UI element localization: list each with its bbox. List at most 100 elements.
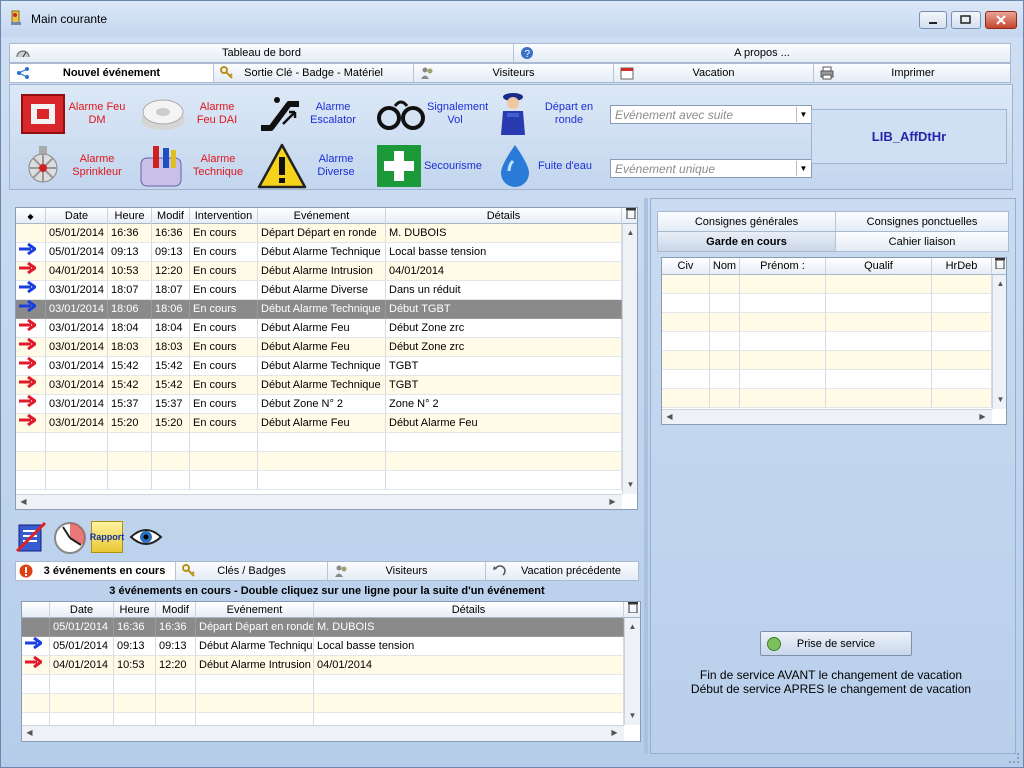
- column-header[interactable]: Date: [46, 208, 108, 224]
- table-row[interactable]: [662, 370, 992, 389]
- alarme-technique-button[interactable]: Alarme Technique: [137, 143, 249, 189]
- table-row[interactable]: [662, 332, 992, 351]
- column-header[interactable]: Date: [50, 602, 114, 618]
- table-row[interactable]: 05/01/2014 09:13 09:13 Début Alarme Techniq…: [22, 637, 624, 656]
- scroll-up-icon[interactable]: ▲: [625, 620, 640, 634]
- column-header[interactable]: Détails: [314, 602, 624, 618]
- secourisme-button[interactable]: Secourisme: [375, 143, 487, 189]
- table-row[interactable]: 03/01/2014 15:42 15:42 En cours Début Alarme…: [16, 357, 622, 376]
- table-row[interactable]: [22, 694, 624, 713]
- column-header[interactable]: Heure: [108, 208, 152, 224]
- prise-de-service-button[interactable]: Prise de service: [760, 631, 912, 656]
- evenement-unique-combo[interactable]: Evénement unique ▼: [610, 159, 812, 178]
- column-header[interactable]: Civ: [662, 258, 710, 274]
- close-button[interactable]: [985, 11, 1017, 29]
- table-row[interactable]: 04/01/2014 10:53 12:20 En cours Début Alarme…: [16, 262, 622, 281]
- minimize-button[interactable]: [919, 11, 947, 29]
- table-row[interactable]: [662, 313, 992, 332]
- table-row[interactable]: [662, 351, 992, 370]
- tab-a-propos[interactable]: ? A propos ...: [514, 44, 1010, 62]
- table-row[interactable]: 03/01/2014 18:03 18:03 En cours Début Alarme…: [16, 338, 622, 357]
- table-row[interactable]: 05/01/2014 16:36 16:36 En cours Départ Dépar…: [16, 224, 622, 243]
- table-row[interactable]: [662, 389, 992, 408]
- rapport-icon[interactable]: Rapport: [90, 521, 124, 553]
- table-row[interactable]: 03/01/2014 18:07 18:07 En cours Début Alarme…: [16, 281, 622, 300]
- cancel-report-icon[interactable]: [15, 521, 47, 553]
- horizontal-scrollbar[interactable]: ◀ ▶: [22, 725, 624, 741]
- vertical-scrollbar[interactable]: ▲ ▼: [992, 275, 1006, 409]
- tab-imprimer[interactable]: Imprimer: [814, 64, 1012, 82]
- tab-consignes-ponctuelles[interactable]: Consignes ponctuelles: [836, 212, 1008, 231]
- scroll-down-icon[interactable]: ▼: [625, 709, 640, 723]
- alarme-escalator-button[interactable]: Alarme Escalator: [257, 90, 367, 138]
- alarme-sprinkleur-button[interactable]: Alarme Sprinkleur: [19, 143, 129, 189]
- tab-visiteurs-bottom[interactable]: Visiteurs: [328, 562, 486, 580]
- table-row[interactable]: 03/01/2014 18:04 18:04 En cours Début Alarme…: [16, 319, 622, 338]
- scroll-right-icon[interactable]: ▶: [975, 410, 990, 424]
- scroll-left-icon[interactable]: ◀: [16, 495, 31, 509]
- column-header[interactable]: Détails: [386, 208, 622, 224]
- column-header[interactable]: Modif: [156, 602, 196, 618]
- sort-column-header[interactable]: ◆: [16, 208, 46, 224]
- trash-icon[interactable]: [992, 258, 1006, 274]
- scroll-up-icon[interactable]: ▲: [623, 226, 637, 240]
- table-row[interactable]: 03/01/2014 15:42 15:42 En cours Début Alarme…: [16, 376, 622, 395]
- tab-cahier-liaison[interactable]: Cahier liaison: [836, 232, 1008, 251]
- table-row[interactable]: [16, 452, 622, 471]
- scroll-left-icon[interactable]: ◀: [22, 726, 37, 740]
- vertical-scrollbar[interactable]: ▲ ▼: [622, 224, 637, 494]
- scroll-left-icon[interactable]: ◀: [662, 410, 677, 424]
- column-header[interactable]: Evénement: [258, 208, 386, 224]
- table-row[interactable]: 03/01/2014 15:37 15:37 En cours Début Zone N…: [16, 395, 622, 414]
- tab-consignes-generales[interactable]: Consignes générales: [658, 212, 836, 231]
- tab-sortie-cle[interactable]: Sortie Clé - Badge - Matériel: [214, 64, 414, 82]
- column-header[interactable]: Modif: [152, 208, 190, 224]
- column-header[interactable]: Heure: [114, 602, 156, 618]
- signalement-vol-button[interactable]: Signalement Vol: [375, 90, 488, 138]
- alarme-feu-dm-button[interactable]: Alarme Feu DM: [19, 90, 129, 138]
- tab-cles-badges[interactable]: Clés / Badges: [176, 562, 328, 580]
- tab-vacation-precedente[interactable]: Vacation précédente: [486, 562, 638, 580]
- column-header[interactable]: Qualif: [826, 258, 932, 274]
- table-row[interactable]: 03/01/2014 15:20 15:20 En cours Début Alarme…: [16, 414, 622, 433]
- table-row[interactable]: 04/01/2014 10:53 12:20 Début Alarme Intrusi…: [22, 656, 624, 675]
- column-header[interactable]: Prénom :: [740, 258, 826, 274]
- maximize-button[interactable]: [951, 11, 981, 29]
- scroll-right-icon[interactable]: ▶: [605, 495, 620, 509]
- panel-splitter[interactable]: [644, 198, 648, 754]
- depart-en-ronde-button[interactable]: Départ en ronde: [495, 90, 607, 138]
- eye-icon[interactable]: [129, 525, 163, 549]
- tab-tableau-de-bord[interactable]: Tableau de bord: [10, 44, 514, 62]
- scroll-down-icon[interactable]: ▼: [623, 478, 637, 492]
- trash-icon[interactable]: [624, 602, 640, 618]
- table-row[interactable]: 05/01/2014 16:36 16:36 Départ Départ en ron…: [22, 618, 624, 637]
- horizontal-scrollbar[interactable]: ◀ ▶: [662, 409, 992, 424]
- clock-icon[interactable]: [53, 521, 87, 555]
- table-row[interactable]: [22, 675, 624, 694]
- column-header[interactable]: Nom: [710, 258, 740, 274]
- table-row[interactable]: 05/01/2014 09:13 09:13 En cours Début Alarme…: [16, 243, 622, 262]
- trash-icon[interactable]: [622, 208, 637, 224]
- column-header[interactable]: Evénement: [196, 602, 314, 618]
- alarme-feu-dai-button[interactable]: Alarme Feu DAI: [137, 90, 249, 138]
- horizontal-scrollbar[interactable]: ◀ ▶: [16, 494, 622, 509]
- scroll-down-icon[interactable]: ▼: [993, 393, 1006, 407]
- tab-garde-en-cours[interactable]: Garde en cours: [658, 232, 836, 251]
- column-header[interactable]: Intervention: [190, 208, 258, 224]
- scroll-up-icon[interactable]: ▲: [993, 277, 1006, 291]
- chevron-down-icon[interactable]: ▼: [796, 107, 810, 122]
- tab-vacation[interactable]: Vacation: [614, 64, 814, 82]
- table-row[interactable]: 03/01/2014 18:06 18:06 En cours Début Alarme…: [16, 300, 622, 319]
- table-row[interactable]: [662, 275, 992, 294]
- tab-nouvel-evenement[interactable]: Nouvel événement: [10, 64, 214, 82]
- vertical-scrollbar[interactable]: ▲ ▼: [624, 618, 640, 725]
- fuite-eau-button[interactable]: Fuite d'eau: [495, 143, 607, 189]
- table-row[interactable]: [16, 471, 622, 490]
- chevron-down-icon[interactable]: ▼: [796, 161, 810, 176]
- column-header[interactable]: HrDeb: [932, 258, 992, 274]
- scroll-right-icon[interactable]: ▶: [607, 726, 622, 740]
- evenement-avec-suite-combo[interactable]: Evénement avec suite ▼: [610, 105, 812, 124]
- tab-visiteurs[interactable]: Visiteurs: [414, 64, 614, 82]
- alarme-diverse-button[interactable]: Alarme Diverse: [257, 143, 367, 189]
- resize-grip[interactable]: [1009, 753, 1019, 763]
